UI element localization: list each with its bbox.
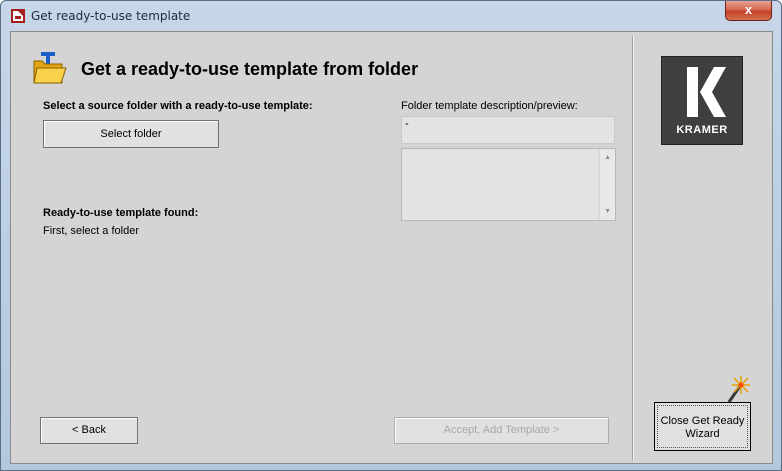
logo-text: KRAMER (676, 124, 728, 136)
accept-add-template-button[interactable]: Accept, Add Template > (394, 417, 609, 444)
dialog-window: Get ready-to-use template x Get a ready-… (0, 0, 782, 471)
template-folder-icon (33, 52, 67, 84)
close-wizard-label-line1: Close Get Ready (660, 415, 745, 427)
description-label: Folder template description/preview: (401, 100, 578, 112)
main-panel: Get a ready-to-use template from folder … (11, 32, 631, 463)
preview-scrollbar[interactable]: ▲ ▼ (599, 149, 615, 220)
close-icon: x (744, 2, 753, 17)
app-icon (11, 9, 25, 23)
scroll-up-icon[interactable]: ▲ (604, 154, 611, 161)
window-title: Get ready-to-use template (31, 9, 191, 23)
magic-wand-icon (727, 376, 750, 403)
scroll-down-icon[interactable]: ▼ (604, 208, 611, 215)
description-field[interactable]: - (401, 116, 615, 144)
panel-divider (632, 36, 634, 461)
preview-textarea[interactable]: ▲ ▼ (401, 148, 616, 221)
source-folder-label: Select a source folder with a ready-to-u… (43, 100, 313, 112)
close-window-button[interactable]: x (725, 1, 772, 21)
kramer-logo: KRAMER (661, 56, 743, 145)
select-folder-button[interactable]: Select folder (43, 120, 219, 148)
page-title: Get a ready-to-use template from folder (81, 59, 419, 79)
close-wizard-label-line2: Wizard (685, 428, 720, 440)
title-bar[interactable]: Get ready-to-use template x (1, 1, 781, 31)
close-wizard-button[interactable]: Close Get Ready Wizard (654, 402, 751, 451)
template-found-label: Ready-to-use template found: (43, 207, 199, 219)
back-button[interactable]: < Back (40, 417, 138, 444)
kramer-k-icon (687, 67, 726, 117)
template-found-value: First, select a folder (43, 225, 139, 237)
dialog-client-area: Get a ready-to-use template from folder … (10, 31, 773, 464)
